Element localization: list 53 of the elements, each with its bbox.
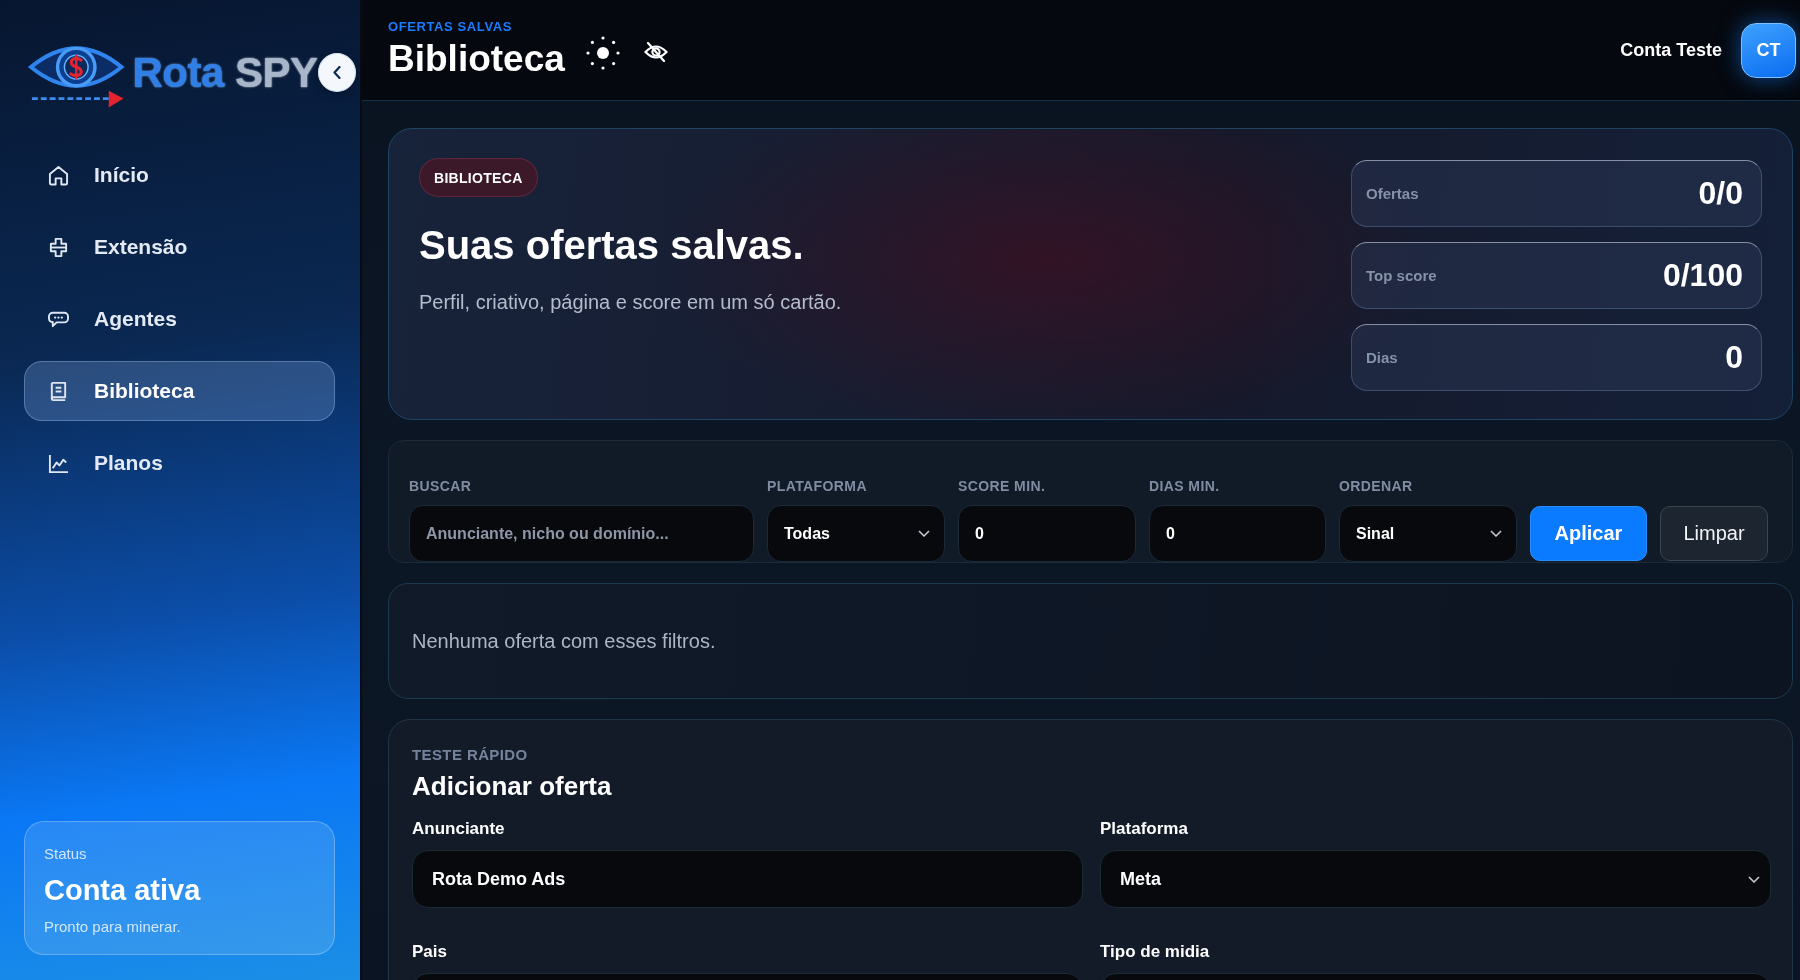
chevron-down-icon <box>918 530 930 537</box>
stat-label: Ofertas <box>1366 185 1419 202</box>
number-field[interactable]: 0 <box>1149 505 1326 562</box>
section-eyebrow: TESTE RÁPIDO <box>412 746 528 764</box>
home-icon <box>48 164 69 186</box>
section-title: Adicionar oferta <box>412 770 612 802</box>
status-title: Conta ativa <box>44 873 201 908</box>
section-badge: BIBLIOTECA <box>419 158 538 197</box>
number-field[interactable]: 0 <box>958 505 1136 562</box>
logo-text: Rota SPY <box>132 48 318 97</box>
chevron-down-icon <box>1490 530 1502 537</box>
chevron-down-icon <box>1748 875 1760 883</box>
field-label: SCORE MIN. <box>958 478 1046 495</box>
stat-label: Top score <box>1366 267 1437 284</box>
chevron-left-icon <box>332 66 341 79</box>
search-field[interactable]: Anunciante, nicho ou domínio... <box>409 505 754 562</box>
page-eyebrow: OFERTAS SALVAS <box>388 19 512 35</box>
stat-value: 0/0 <box>1698 175 1743 212</box>
sidebar-item[interactable]: Extensão <box>24 217 335 277</box>
field-label: Plataforma <box>1100 819 1188 839</box>
field-label: DIAS MIN. <box>1149 478 1220 495</box>
field-label: Anunciante <box>412 819 505 839</box>
line-chart-icon <box>48 452 69 474</box>
stat-value: 0/100 <box>1662 257 1743 294</box>
user-name: Conta Teste <box>1620 39 1722 61</box>
clear-button[interactable]: Limpar <box>1660 506 1768 561</box>
sun-icon[interactable] <box>585 36 620 70</box>
select-field[interactable]: Todas <box>767 505 945 562</box>
eye-slash-icon[interactable] <box>643 42 668 62</box>
select-field[interactable]: Meta <box>1100 850 1771 908</box>
input-field[interactable]: Rota Demo Ads <box>412 850 1083 908</box>
collapse-button[interactable] <box>317 53 356 92</box>
sidebar-item[interactable]: Início <box>24 145 335 205</box>
page-title: Biblioteca <box>388 37 565 81</box>
field-label: BUSCAR <box>409 478 472 495</box>
stat-value: 0 <box>1725 339 1743 376</box>
field-label: Tipo de midia <box>1100 942 1210 962</box>
field-label: Pais <box>412 942 447 962</box>
empty-message: Nenhuma oferta com esses filtros. <box>412 629 716 653</box>
field-label: ORDENAR <box>1339 478 1413 495</box>
cross-outline-icon <box>48 236 69 258</box>
sidebar-item[interactable]: Planos <box>24 433 335 493</box>
sidebar-item[interactable]: Agentes <box>24 289 335 349</box>
select-field[interactable]: Sinal <box>1339 505 1517 562</box>
book-icon <box>48 380 69 402</box>
status-description: Pronto para minerar. <box>44 918 181 936</box>
sidebar-item[interactable]: Biblioteca <box>24 361 335 421</box>
field-label: PLATAFORMA <box>767 478 867 495</box>
status-label: Status <box>44 845 87 863</box>
hero-title: Suas ofertas salvas. <box>419 222 804 269</box>
stat-label: Dias <box>1366 349 1398 366</box>
apply-button[interactable]: Aplicar <box>1530 506 1647 561</box>
hero-subtitle: Perfil, criativo, página e score em um só cartão. <box>419 290 842 315</box>
